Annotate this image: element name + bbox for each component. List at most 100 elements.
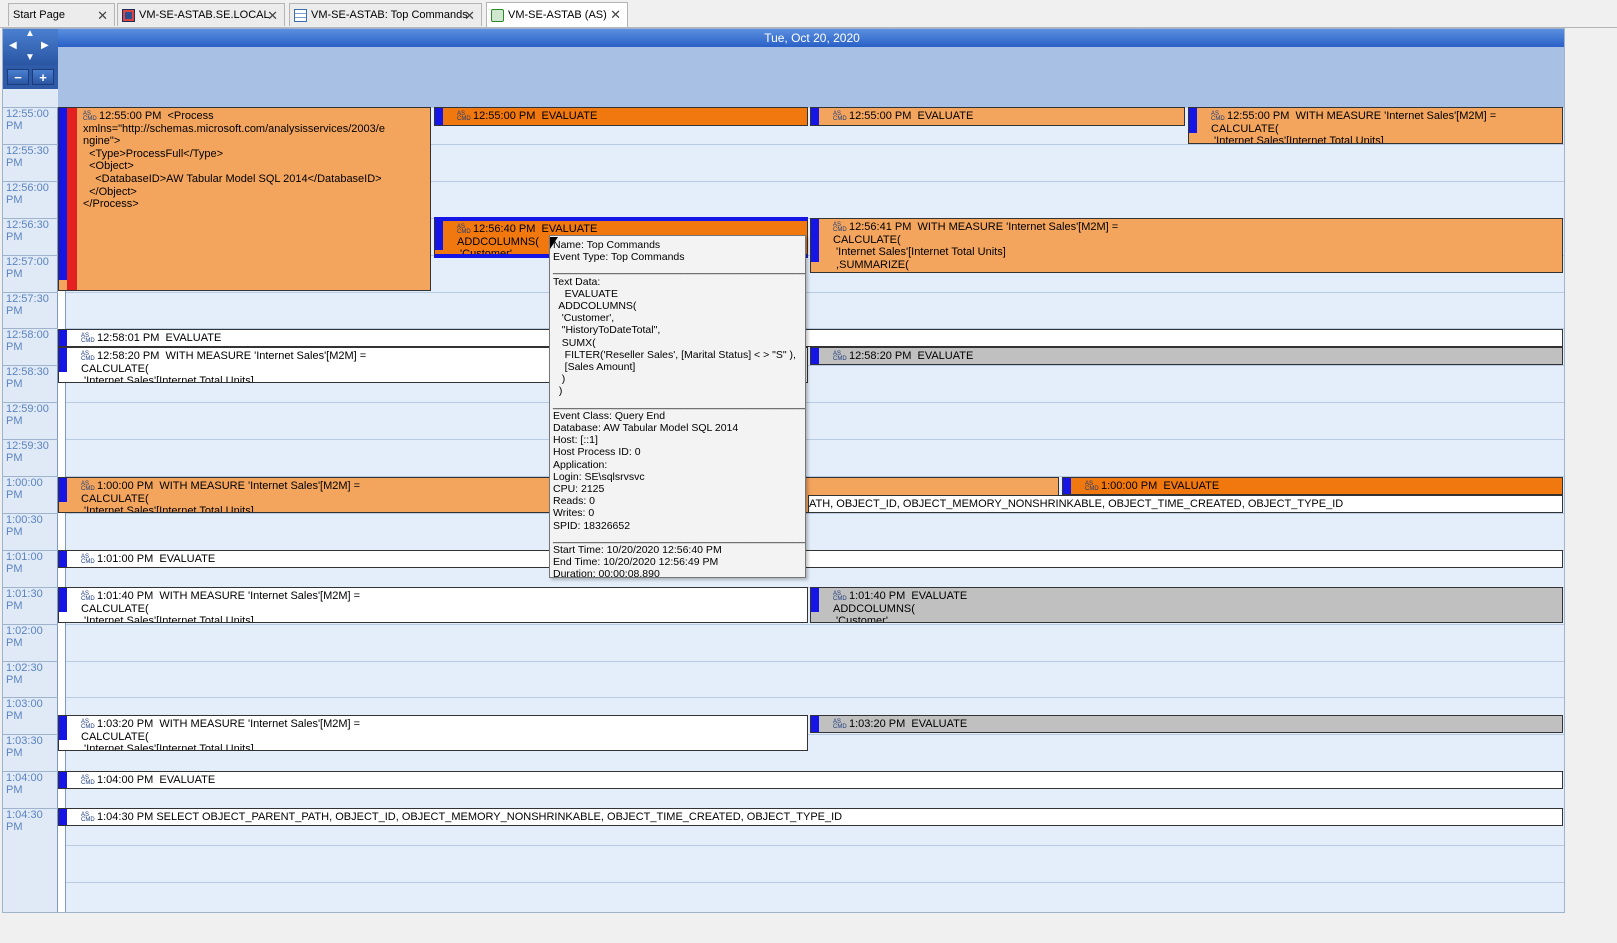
tab-start-page[interactable]: Start Page ✕	[8, 3, 115, 95]
nav-right-icon[interactable]: ▶	[41, 40, 49, 51]
trace-event[interactable]: AS CMD 12:55:00 PM EVALUATE	[434, 107, 808, 126]
event-duration-bar	[435, 221, 443, 250]
event-text: AS CMD 12:55:00 PM <Process xmlns="http://…	[83, 110, 428, 211]
event-text: AS CMD 12:55:00 PM EVALUATE	[833, 110, 1182, 123]
event-duration-bar	[59, 588, 67, 612]
event-text: AS CMD 1:04:00 PM EVALUATE	[81, 774, 1560, 787]
trace-event[interactable]: AS CMD 1:00:00 PM EVALUATE	[1062, 477, 1563, 495]
nav-up-icon[interactable]: ▲	[25, 29, 35, 39]
close-icon[interactable]: ✕	[267, 8, 278, 24]
time-slot-label: 12:57:30 PM	[3, 291, 58, 329]
nav-left-icon[interactable]: ◀	[9, 40, 17, 51]
table-icon	[294, 8, 307, 22]
as-command-icon: AS CMD	[81, 333, 95, 344]
trace-event[interactable]: AS CMD 1:01:40 PM EVALUATE ADDCOLUMNS( 'Cu…	[810, 587, 1563, 623]
grid-line	[58, 660, 1564, 662]
time-slot-label: 12:57:00 PM	[3, 254, 58, 292]
event-duration-bar	[811, 108, 819, 125]
event-label: 12:58:20 PM EVALUATE	[849, 350, 974, 362]
event-text: AS CMD 12:56:41 PM WITH MEASURE 'Internet …	[833, 221, 1560, 271]
time-slot-label: 1:01:30 PM	[3, 586, 58, 624]
time-slot-label: 12:55:00 PM	[3, 107, 58, 144]
event-duration-bar	[811, 588, 819, 612]
event-text: AS CMD 1:00:00 PM EVALUATE	[1085, 480, 1560, 493]
trace-event[interactable]: AS CMD 1:03:20 PM EVALUATE	[810, 715, 1563, 733]
close-icon[interactable]: ✕	[97, 8, 108, 24]
event-label: 12:55:00 PM EVALUATE	[849, 110, 974, 122]
event-duration-bar	[59, 330, 67, 346]
zoom-in-button[interactable]: +	[32, 69, 54, 85]
event-label: ATH, OBJECT_ID, OBJECT_MEMORY_NONSHRINKA…	[809, 498, 1344, 510]
event-label: 1:00:00 PM WITH MEASURE 'Internet Sales'…	[81, 480, 361, 513]
zoom-out-button[interactable]: −	[7, 69, 29, 85]
time-slot-label: 12:58:00 PM	[3, 328, 58, 365]
event-label: 1:03:20 PM EVALUATE	[849, 718, 968, 730]
tab-top-commands[interactable]: VM-SE-ASTAB: Top Commands ✕	[289, 3, 482, 26]
event-label: 12:55:00 PM WITH MEASURE 'Internet Sales…	[1211, 110, 1497, 144]
trace-event[interactable]: ATH, OBJECT_ID, OBJECT_MEMORY_NONSHRINKA…	[808, 495, 1563, 513]
tab-label: Start Page	[13, 9, 65, 21]
as-command-icon: AS CMD	[1211, 111, 1225, 122]
as-command-icon: AS CMD	[833, 591, 847, 602]
tab-label: VM-SE-ASTAB (AS)	[508, 9, 607, 21]
time-slot-label: 12:58:30 PM	[3, 365, 58, 402]
event-duration-bar	[59, 348, 67, 372]
event-label: 1:01:00 PM EVALUATE	[97, 553, 216, 565]
grid-line	[58, 881, 1564, 883]
time-slot-label: 12:56:00 PM	[3, 180, 58, 218]
as-command-icon: AS CMD	[833, 111, 847, 122]
trace-event[interactable]: AS CMD 12:55:00 PM EVALUATE	[810, 107, 1185, 126]
trace-event[interactable]: AS CMD 1:04:30 PM SELECT OBJECT_PARENT_PAT…	[58, 808, 1563, 826]
as-command-icon: AS CMD	[457, 224, 471, 235]
as-command-icon: AS CMD	[457, 111, 471, 122]
grid-line	[58, 845, 1564, 846]
as-command-icon: AS CMD	[81, 812, 95, 823]
trace-event[interactable]: AS CMD 12:55:00 PM <Process xmlns="http://…	[58, 107, 431, 291]
grid-line	[58, 512, 1564, 514]
grid-line	[58, 697, 1564, 699]
document-tab-bar: Start Page ✕ VM-SE-ASTAB.SE.LOCAL ✕ VM-S…	[0, 0, 1617, 95]
event-tooltip: Name: Top Commands Event Type: Top Comma…	[549, 235, 806, 578]
trace-event[interactable]: AS CMD 1:03:20 PM WITH MEASURE 'Internet S…	[58, 715, 808, 751]
time-slot-label: 1:02:30 PM	[3, 660, 58, 698]
time-slot-label: 12:55:30 PM	[3, 143, 58, 181]
as-command-icon: AS CMD	[833, 222, 847, 233]
calendar-view: ▲ ◀ ▶ ▼ − + Tue, Oct 20, 2020 12:55:00 P…	[2, 28, 1565, 913]
trace-event[interactable]: AS CMD 1:04:00 PM EVALUATE	[58, 771, 1563, 789]
event-label: 1:03:20 PM WITH MEASURE 'Internet Sales'…	[81, 718, 361, 751]
event-text: AS CMD 12:55:00 PM WITH MEASURE 'Internet …	[1211, 110, 1560, 144]
trace-event[interactable]: AS CMD 1:01:00 PM EVALUATE	[58, 550, 1563, 568]
trace-icon	[491, 8, 504, 22]
as-command-icon: AS CMD	[81, 719, 95, 730]
trace-event[interactable]: AS CMD 12:56:41 PM WITH MEASURE 'Internet …	[810, 218, 1563, 273]
tab-as-trace[interactable]: VM-SE-ASTAB (AS) ✕	[486, 2, 628, 27]
event-label: 12:58:01 PM EVALUATE	[97, 332, 222, 344]
event-duration-bar	[59, 809, 67, 825]
time-slot-label: 1:00:00 PM	[3, 476, 58, 513]
schedule-grid: AS CMD 12:55:00 PM <Process xmlns="http://…	[58, 107, 1564, 912]
event-text: AS CMD 12:58:20 PM EVALUATE	[833, 350, 1560, 363]
trace-event[interactable]: AS CMD 12:58:01 PM EVALUATE	[58, 329, 1563, 347]
time-slot-label: 12:56:30 PM	[3, 217, 58, 255]
close-icon[interactable]: ✕	[464, 8, 475, 24]
event-text: AS CMD 1:01:40 PM EVALUATE ADDCOLUMNS( 'Cu…	[833, 590, 1560, 622]
trace-event[interactable]: AS CMD 1:01:40 PM WITH MEASURE 'Internet S…	[58, 587, 808, 623]
nav-down-icon[interactable]: ▼	[25, 52, 35, 63]
event-text: AS CMD 1:03:20 PM EVALUATE	[833, 718, 1560, 731]
event-duration-bar	[811, 219, 819, 262]
as-command-icon: AS CMD	[1085, 481, 1099, 492]
close-icon[interactable]: ✕	[610, 7, 621, 23]
trace-event[interactable]: AS CMD 12:58:20 PM EVALUATE	[810, 347, 1563, 365]
time-slot-label: 1:01:00 PM	[3, 549, 58, 587]
trace-event[interactable]: AS CMD 12:55:00 PM WITH MEASURE 'Internet …	[1188, 107, 1563, 144]
event-text: AS CMD 12:58:01 PM EVALUATE	[81, 332, 1560, 345]
event-duration-bar	[59, 478, 67, 502]
time-slot-label: 1:04:00 PM	[3, 771, 58, 808]
event-label: 12:55:00 PM <Process xmlns="http://schem…	[83, 110, 385, 211]
time-slot-label: 1:00:30 PM	[3, 512, 58, 550]
tab-label: VM-SE-ASTAB: Top Commands	[311, 9, 468, 21]
event-text: AS CMD 1:01:00 PM EVALUATE	[81, 553, 1560, 566]
event-label: 1:01:40 PM WITH MEASURE 'Internet Sales'…	[81, 590, 361, 623]
tab-server[interactable]: VM-SE-ASTAB.SE.LOCAL ✕	[117, 3, 285, 26]
grid-line	[58, 402, 1564, 404]
